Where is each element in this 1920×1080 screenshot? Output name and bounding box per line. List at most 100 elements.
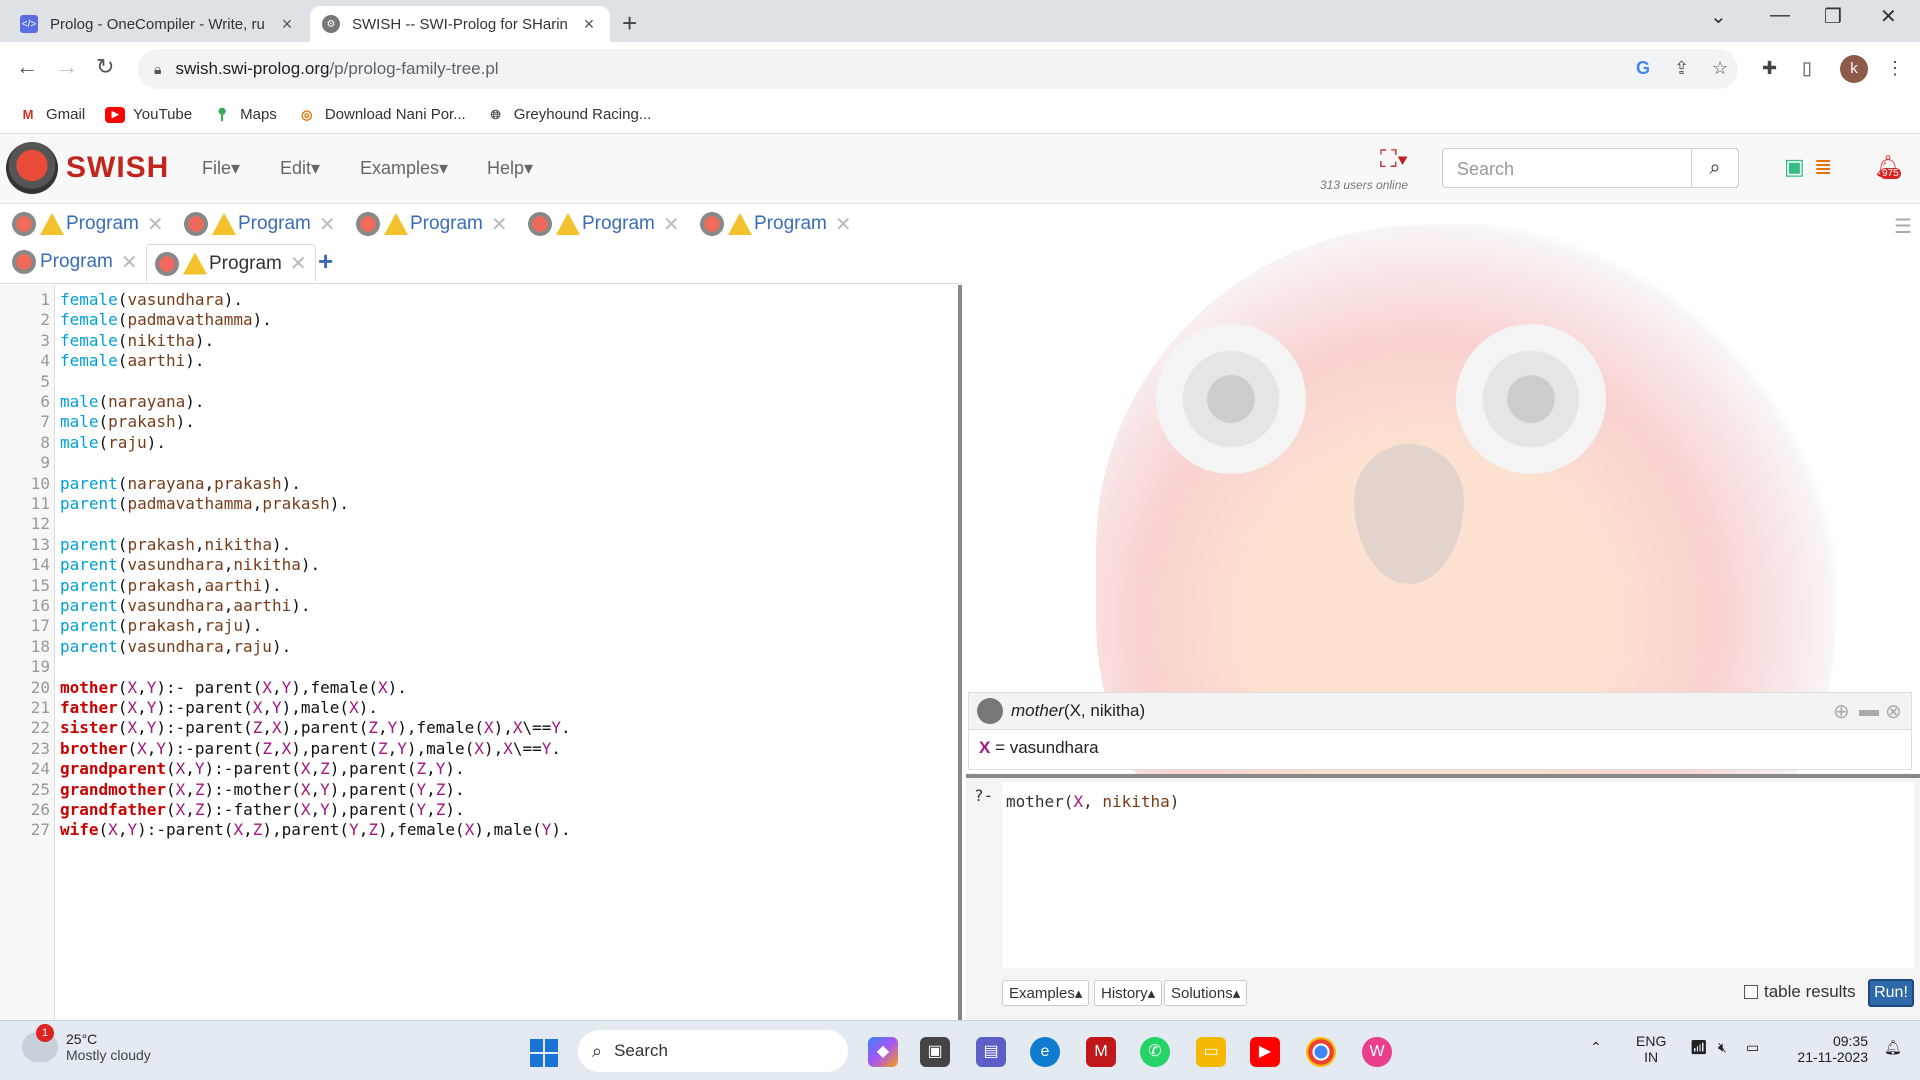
code-editor[interactable]: 1 female(vasundhara). 2 female(padmavathamm… [0,285,962,1020]
bookmark-greyhound[interactable]: 🌐︎ Greyhound Racing... [486,106,652,123]
query-text-pred: mother( [1006,792,1074,811]
swish-logo[interactable]: SWISH [6,142,169,194]
forward-icon[interactable]: → [56,54,78,80]
close-tab-icon[interactable]: ✕ [147,212,164,237]
menu-label: Edit [280,158,312,178]
menu-file[interactable]: File▾ [202,158,240,179]
share-icon[interactable]: ⇪ [1674,58,1689,79]
editor-tab-program[interactable]: Program ✕ [356,206,508,242]
git-graph-icon[interactable]: ⛶▾ [1380,146,1409,174]
google-login-icon[interactable]: ▣ [1784,154,1805,180]
more-menu-icon[interactable]: ⋮ [1886,58,1904,79]
close-tab-icon[interactable]: × [278,14,296,35]
reload-icon[interactable]: ↻ [96,54,114,80]
stackoverflow-icon[interactable]: ≣ [1814,154,1832,180]
editor-tab-program[interactable]: Program ✕ [12,206,164,242]
brand-name: SWISH [66,151,170,184]
editor-tab-program[interactable]: Program ✕ [184,206,336,242]
editor-tab-program[interactable]: Program ✕ [700,206,852,242]
warning-icon [183,252,207,275]
close-window-icon[interactable]: ✕ [1880,4,1897,29]
bookmark-gmail[interactable]: M Gmail [18,106,86,123]
close-tab-icon[interactable]: ✕ [663,212,680,237]
profile-avatar[interactable]: k [1840,55,1868,83]
close-tab-icon[interactable]: ✕ [319,212,336,237]
menu-help[interactable]: Help▾ [487,158,533,179]
hamburger-menu-icon[interactable]: ☰ [1894,214,1912,239]
pink-app-icon[interactable]: W [1362,1037,1392,1067]
table-results-toggle[interactable]: table results [1744,982,1856,1002]
table-results-checkbox[interactable] [1744,985,1758,999]
extensions-icon[interactable]: ✚ [1762,58,1777,79]
taskbar-search[interactable]: ⌕ Search [578,1030,848,1072]
add-tab-icon[interactable]: + [318,246,333,277]
mcafee-icon[interactable]: M [1086,1037,1116,1067]
search-input[interactable]: Search [1442,148,1692,188]
menu-edit[interactable]: Edit▾ [280,158,320,179]
whatsapp-icon[interactable]: ✆ [1140,1037,1170,1067]
line-number: 27 [30,820,50,840]
query-result-header: mother (X, nikitha) ⊕ ▬ ⊗ [968,692,1912,730]
youtube-icon[interactable]: ▶ [1250,1037,1280,1067]
notification-center-icon[interactable]: 🔔︎ [1884,1039,1902,1056]
minimize-result-icon[interactable]: ▬ [1859,699,1879,722]
examples-button[interactable]: Examples▴ [1002,980,1090,1006]
browser-tab-onecompiler[interactable]: </> Prolog - OneCompiler - Write, ru × [8,6,308,42]
bookmark-youtube[interactable]: ▶ YouTube [105,106,192,123]
task-view-icon[interactable]: ▣ [920,1037,950,1067]
editor-tab-program[interactable]: Program ✕ [12,244,138,280]
browser-tab-swish[interactable]: ⚙ SWISH -- SWI-Prolog for SHarin × [310,6,610,42]
wifi-icon[interactable]: 📶︎ [1690,1039,1708,1056]
windows-start-icon[interactable] [530,1039,558,1067]
clock[interactable]: 09:35 21-11-2023 [1788,1033,1868,1065]
close-tab-icon[interactable]: × [580,14,598,35]
swish-gear-icon: ⚙ [322,15,340,33]
chrome-icon[interactable] [1306,1037,1336,1067]
code-line[interactable]: 27 wife(X,Y):-parent(X,Z),parent(Y,Z),fem… [0,817,960,842]
side-panel-icon[interactable]: ▯ [1802,58,1812,79]
new-tab-icon[interactable]: + [622,8,637,39]
query-text-sep: , [1083,792,1103,811]
download-icon[interactable]: ⊕ [1833,699,1850,724]
globe-icon: 🌐︎ [490,106,501,122]
tray-overflow-icon[interactable]: ⌃ [1590,1039,1602,1056]
menu-examples[interactable]: Examples▾ [360,158,448,179]
bookmark-label: YouTube [133,106,193,123]
bookmark-nani[interactable]: ◎ Download Nani Por... [297,106,466,123]
weather-widget[interactable]: 1 25°C Mostly cloudy [22,1024,151,1063]
battery-icon[interactable]: ▭ [1746,1039,1759,1056]
file-explorer-icon[interactable]: ▭ [1196,1037,1226,1067]
query-input[interactable]: mother(X, nikitha) [1002,782,1914,968]
solutions-button[interactable]: Solutions▴ [1164,980,1248,1006]
bookmark-star-icon[interactable]: ☆ [1712,58,1728,79]
tab-search-icon[interactable]: ⌄ [1710,4,1727,29]
browser-toolbar: ← → ↻ 🔒︎ swish.swi-prolog.org/p/prolog-f… [0,42,1920,96]
editor-tab-program-active[interactable]: Program ✕ [146,244,316,282]
search-button[interactable]: ⌕ [1691,148,1739,188]
edge-icon[interactable]: e [1030,1037,1060,1067]
bookmark-maps[interactable]: 📍︎ Maps [212,106,277,123]
restore-icon[interactable]: ❐ [1824,4,1842,29]
volume-muted-icon[interactable]: 🔇︎ [1718,1039,1727,1056]
language-indicator[interactable]: ENG IN [1636,1033,1666,1065]
close-tab-icon[interactable]: ✕ [835,212,852,237]
address-bar[interactable]: 🔒︎ swish.swi-prolog.org/p/prolog-family-… [138,49,1738,89]
query-args: (X, nikitha) [1063,701,1146,720]
copilot-icon[interactable]: ◆ [868,1037,898,1067]
table-results-label: table results [1764,982,1856,1001]
run-button[interactable]: Run! [1868,979,1914,1007]
back-icon[interactable]: ← [16,54,38,80]
teams-icon[interactable]: ▤ [976,1037,1006,1067]
close-tab-icon[interactable]: ✕ [290,251,307,276]
close-tab-icon[interactable]: ✕ [121,250,138,275]
bookmark-label: Download Nani Por... [324,106,466,123]
google-icon[interactable]: G [1636,58,1650,79]
url-host: swish.swi-prolog.org [175,59,330,78]
close-result-icon[interactable]: ⊗ [1885,699,1902,724]
menu-label: Examples [360,158,440,178]
minimize-icon[interactable]: — [1770,4,1790,27]
editor-tab-program[interactable]: Program ✕ [528,206,680,242]
close-tab-icon[interactable]: ✕ [491,212,508,237]
query-answer: X = vasundhara [968,730,1912,770]
history-button[interactable]: History▴ [1094,980,1163,1006]
